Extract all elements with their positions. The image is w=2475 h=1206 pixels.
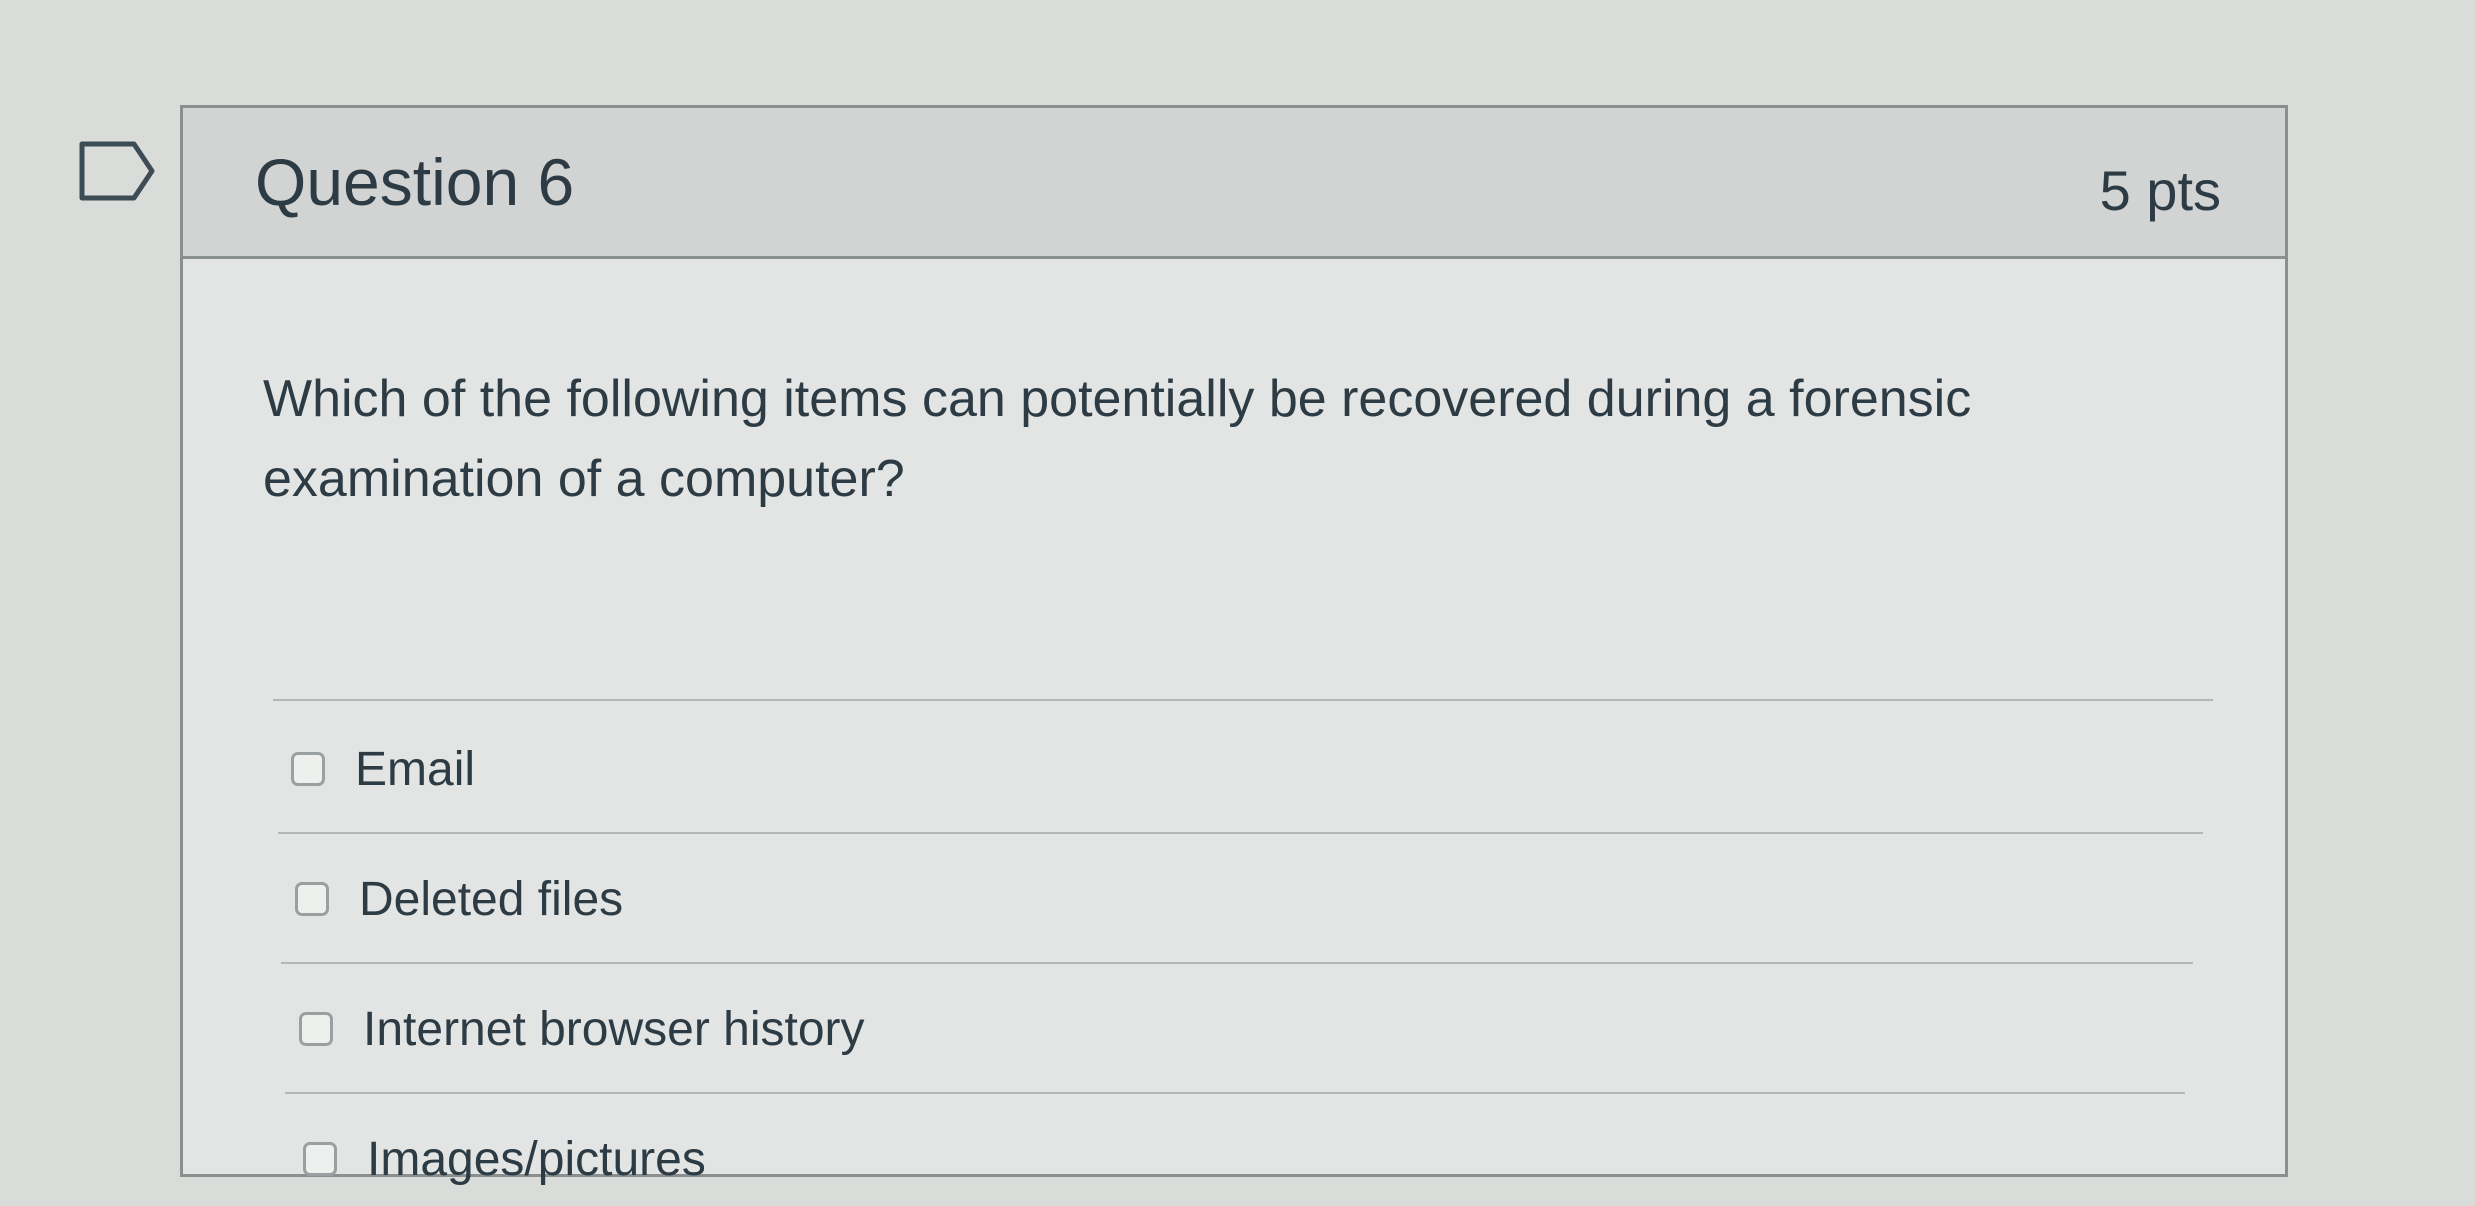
- question-text: Which of the following items can potenti…: [263, 370, 1972, 508]
- answer-label[interactable]: Deleted files: [359, 872, 623, 927]
- answer-label[interactable]: Internet browser history: [363, 1002, 865, 1057]
- bookmark-flag-icon[interactable]: [78, 140, 158, 202]
- question-title: Question 6: [255, 145, 575, 219]
- answer-option-images-pictures[interactable]: Images/pictures: [303, 1119, 706, 1199]
- checkbox-images-pictures[interactable]: [303, 1142, 337, 1176]
- checkbox-internet-browser-history[interactable]: [299, 1012, 333, 1046]
- answer-label[interactable]: Images/pictures: [367, 1132, 706, 1187]
- checkbox-email[interactable]: [291, 752, 325, 786]
- divider: [278, 832, 2203, 834]
- question-header: Question 6 5 pts: [183, 108, 2285, 259]
- checkbox-deleted-files[interactable]: [295, 882, 329, 916]
- answer-option-internet-browser-history[interactable]: Internet browser history: [299, 989, 865, 1069]
- answer-label[interactable]: Email: [355, 742, 475, 797]
- question-card: Question 6 5 pts Which of the following …: [180, 105, 2288, 1186]
- divider: [273, 699, 2213, 701]
- question-points: 5 pts: [2099, 159, 2221, 222]
- divider: [285, 1092, 2185, 1094]
- answer-option-email[interactable]: Email: [291, 729, 475, 809]
- divider: [281, 962, 2193, 964]
- answer-option-deleted-files[interactable]: Deleted files: [295, 859, 623, 939]
